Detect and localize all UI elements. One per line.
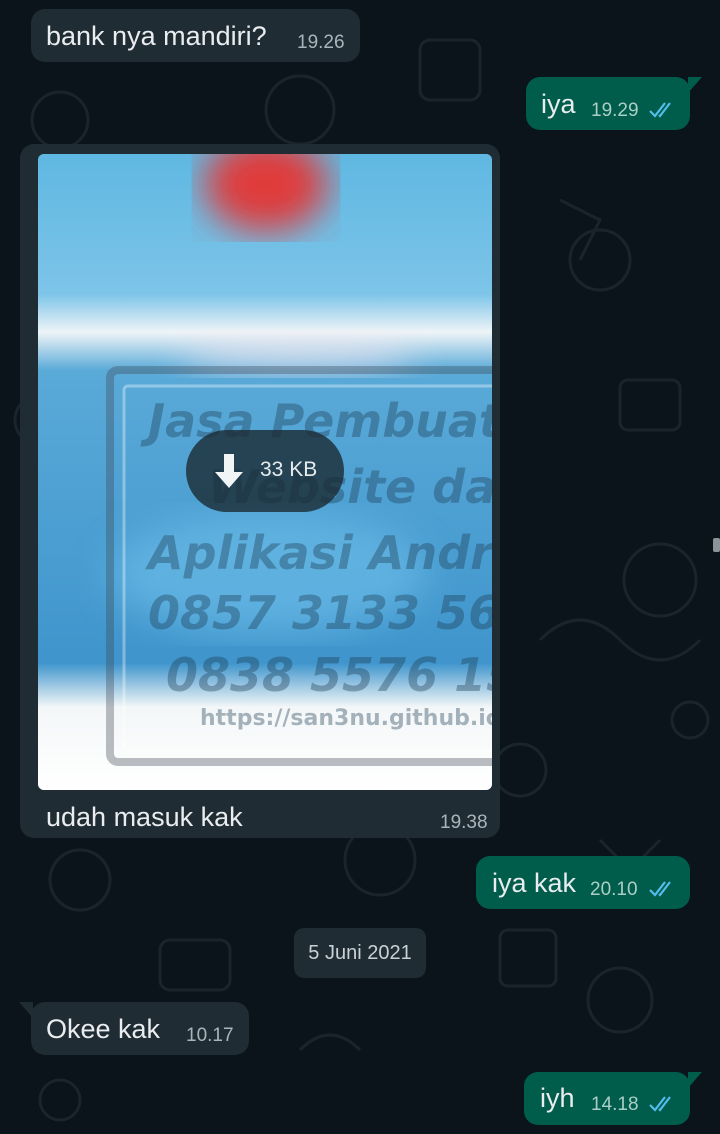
- date-separator: 5 Juni 2021: [294, 928, 426, 978]
- download-button[interactable]: 33 KB: [186, 430, 344, 512]
- message-incoming-image[interactable]: Jasa Pembuatan Website dan Aplikasi Andr…: [20, 144, 500, 838]
- message-time: 19.38: [440, 812, 488, 833]
- message-time: 19.26: [297, 32, 345, 53]
- message-incoming[interactable]: Okee kak 10.17: [19, 1002, 249, 1055]
- message-outgoing[interactable]: iya 19.29: [526, 77, 702, 130]
- message-incoming[interactable]: bank nya mandiri? 19.26: [31, 9, 360, 62]
- message-time: 14.18: [591, 1094, 639, 1115]
- message-text: bank nya mandiri?: [46, 21, 267, 51]
- message-text: iya kak: [492, 868, 577, 898]
- watermark-line: Aplikasi Android: [148, 526, 492, 580]
- double-check-icon: [649, 102, 671, 118]
- message-text: Okee kak: [46, 1014, 161, 1044]
- image-preview[interactable]: Jasa Pembuatan Website dan Aplikasi Andr…: [38, 154, 492, 790]
- download-arrow-icon: [215, 454, 243, 488]
- bubble-tail: [688, 1072, 702, 1088]
- watermark-url: https://san3nu.github.io: [200, 706, 492, 731]
- message-outgoing[interactable]: iyh 14.18: [524, 1072, 702, 1125]
- double-check-icon: [649, 1096, 671, 1112]
- message-text: iyh: [540, 1083, 575, 1113]
- double-check-icon: [649, 881, 671, 897]
- message-time: 19.29: [591, 100, 639, 121]
- download-size: 33 KB: [260, 458, 318, 481]
- bubble-tail: [688, 77, 702, 93]
- watermark-line: 0838 5576 155: [166, 648, 492, 702]
- message-text: iya: [541, 89, 576, 119]
- message-time: 20.10: [590, 879, 638, 900]
- bubble-tail: [19, 1002, 33, 1018]
- scrollbar-handle[interactable]: [713, 538, 720, 552]
- message-time: 10.17: [186, 1025, 234, 1046]
- message-outgoing[interactable]: iya kak 20.10: [476, 856, 690, 909]
- date-separator-text: 5 Juni 2021: [308, 942, 412, 964]
- image-caption: udah masuk kak: [46, 802, 243, 832]
- watermark-line: 0857 3133 5660: [148, 586, 492, 640]
